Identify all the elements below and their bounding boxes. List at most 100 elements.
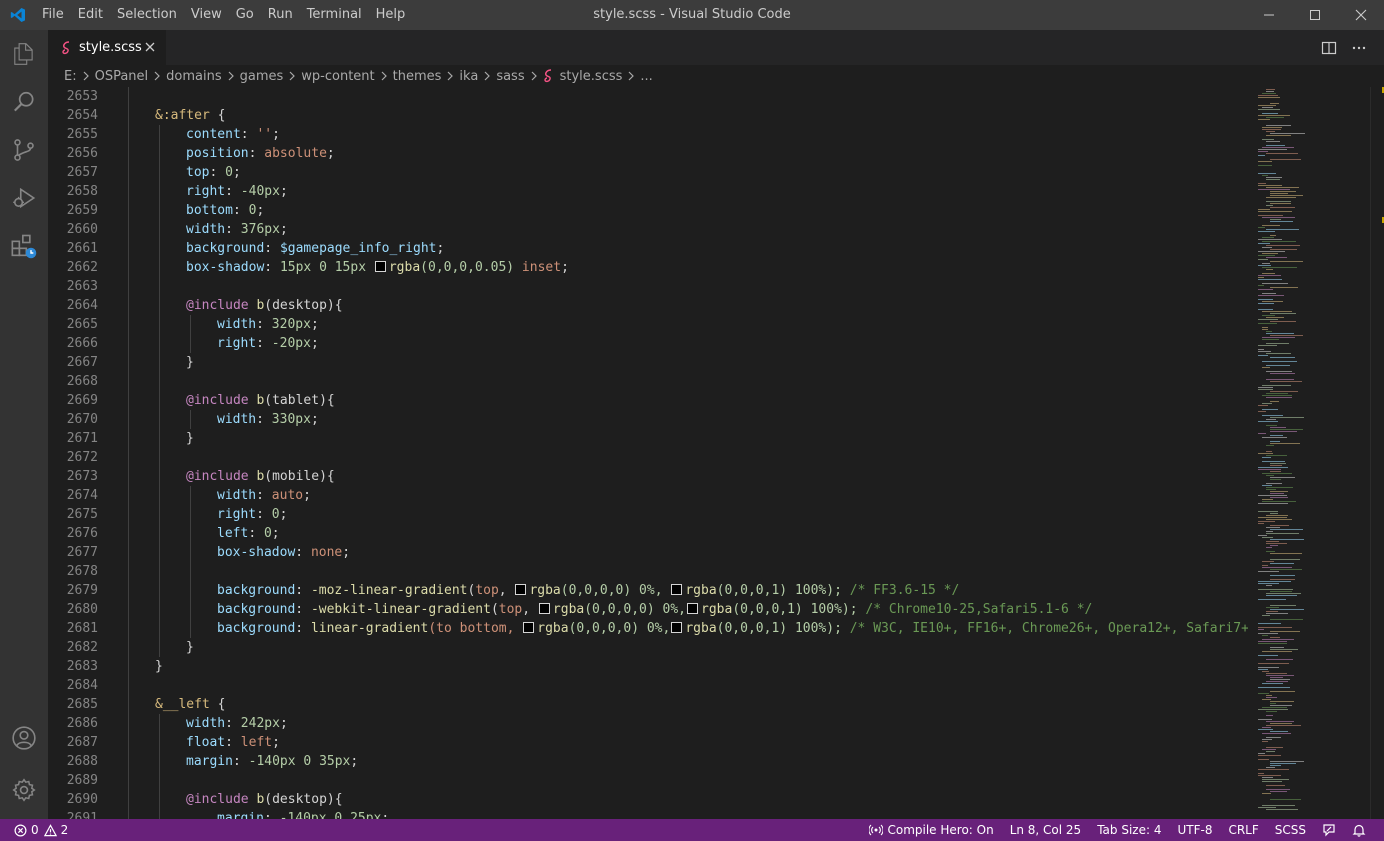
window-controls — [1246, 0, 1384, 30]
code-line: width: 330px; — [217, 412, 319, 427]
color-swatch[interactable] — [671, 622, 683, 633]
explorer-icon[interactable] — [0, 30, 48, 78]
minimap-line — [1266, 531, 1273, 532]
search-icon[interactable] — [0, 78, 48, 126]
minimap-line — [1270, 545, 1278, 546]
breadcrumb-item[interactable]: ... — [640, 69, 652, 84]
line-number: 2670 — [66, 412, 98, 427]
minimap-line — [1262, 415, 1283, 416]
minimap-line — [1258, 161, 1272, 162]
minimap-line — [1266, 767, 1275, 768]
code-line: &__left { — [155, 697, 226, 712]
feedback-button[interactable] — [1314, 823, 1344, 837]
menu-run[interactable]: Run — [261, 0, 300, 30]
minimap-line — [1258, 309, 1273, 310]
color-swatch[interactable] — [374, 261, 386, 272]
breadcrumb-item[interactable]: wp-content — [301, 69, 374, 84]
menu-file[interactable]: File — [35, 0, 71, 30]
minimap-line — [1270, 605, 1296, 606]
close-window-button[interactable] — [1338, 0, 1384, 30]
encoding[interactable]: UTF-8 — [1169, 823, 1220, 837]
tab-close-button[interactable] — [142, 39, 158, 55]
line-number: 2654 — [66, 108, 98, 123]
color-swatch[interactable] — [538, 603, 550, 614]
code-line: @include b(desktop){ — [186, 792, 343, 807]
minimap-line — [1266, 519, 1292, 520]
tab-style-scss[interactable]: style.scss — [48, 30, 166, 65]
maximize-button[interactable] — [1292, 0, 1338, 30]
minimap-line — [1266, 675, 1294, 676]
line-number: 2676 — [66, 526, 98, 541]
minimap-line — [1258, 259, 1268, 260]
menu-selection[interactable]: Selection — [110, 0, 184, 30]
breadcrumb-item[interactable]: OSPanel — [95, 69, 149, 84]
breadcrumb-file[interactable]: style.scss — [543, 69, 622, 84]
minimap-line — [1262, 301, 1283, 302]
minimap-line — [1262, 293, 1276, 294]
split-editor-button[interactable] — [1316, 35, 1342, 61]
minimize-icon — [1264, 14, 1274, 16]
language-mode[interactable]: SCSS — [1267, 823, 1314, 837]
minimap-line — [1266, 487, 1293, 488]
breadcrumb-item[interactable]: E: — [64, 69, 77, 84]
code-editor[interactable]: 2653 2654 2655 2656 2657 2658 2659 2660 2661 2662… — [48, 87, 1248, 819]
minimap-line — [1258, 289, 1273, 290]
minimap-line — [1270, 219, 1281, 220]
minimap-line — [1270, 491, 1288, 492]
minimap-line — [1266, 205, 1273, 206]
minimap-line — [1262, 327, 1268, 328]
cursor-position[interactable]: Ln 8, Col 25 — [1002, 823, 1090, 837]
minimap[interactable] — [1248, 87, 1370, 819]
menu-view[interactable]: View — [184, 0, 229, 30]
tab-size[interactable]: Tab Size: 4 — [1089, 823, 1169, 837]
minimap-line — [1266, 711, 1277, 712]
minimap-line — [1262, 337, 1295, 338]
minimap-line — [1258, 119, 1270, 120]
source-control-icon[interactable] — [0, 126, 48, 174]
minimap-line — [1266, 785, 1285, 786]
color-swatch[interactable] — [687, 603, 698, 614]
color-swatch[interactable] — [671, 584, 683, 595]
run-debug-icon[interactable] — [0, 174, 48, 222]
menu-go[interactable]: Go — [229, 0, 261, 30]
color-swatch[interactable] — [515, 584, 527, 595]
minimap-line — [1258, 355, 1268, 356]
minimap-line — [1258, 277, 1264, 278]
breadcrumb-item[interactable]: themes — [393, 69, 442, 84]
minimap-line — [1258, 275, 1281, 276]
color-swatch[interactable] — [523, 622, 535, 633]
minimap-line — [1266, 397, 1292, 398]
menu-terminal[interactable]: Terminal — [300, 0, 369, 30]
minimap-line — [1262, 263, 1270, 264]
minimap-line — [1258, 389, 1273, 390]
minimap-line — [1258, 211, 1292, 212]
line-number: 2679 — [66, 583, 98, 598]
minimap-line — [1258, 97, 1280, 98]
menu-help[interactable]: Help — [369, 0, 413, 30]
more-actions-button[interactable] — [1346, 35, 1372, 61]
code-area[interactable]: &:after { content: ''; position: absolut… — [124, 87, 1248, 819]
breadcrumb-item[interactable]: sass — [496, 69, 524, 84]
title-bar: File Edit Selection View Go Run Terminal… — [0, 0, 1384, 30]
breadcrumb-item[interactable]: games — [240, 69, 284, 84]
minimap-line — [1266, 125, 1291, 126]
chevron-right-icon — [288, 71, 296, 81]
code-line: } — [155, 659, 163, 674]
minimap-line — [1258, 583, 1279, 584]
notifications-button[interactable] — [1344, 823, 1374, 837]
minimize-button[interactable] — [1246, 0, 1292, 30]
menu-edit[interactable]: Edit — [71, 0, 110, 30]
minimap-line — [1270, 497, 1288, 498]
problems-indicator[interactable]: 0 2 — [12, 823, 76, 837]
settings-gear-icon[interactable] — [0, 766, 48, 814]
account-icon[interactable] — [0, 714, 48, 762]
minimap-line — [1270, 799, 1301, 800]
minimap-line — [1266, 379, 1294, 380]
end-of-line[interactable]: CRLF — [1220, 823, 1266, 837]
line-number: 2663 — [66, 279, 98, 294]
extensions-icon[interactable] — [0, 222, 48, 270]
compile-hero-status[interactable]: Compile Hero: On — [861, 823, 1001, 837]
breadcrumb-item[interactable]: ika — [459, 69, 478, 84]
breadcrumb-item[interactable]: domains — [166, 69, 221, 84]
vertical-scrollbar[interactable] — [1370, 87, 1384, 819]
